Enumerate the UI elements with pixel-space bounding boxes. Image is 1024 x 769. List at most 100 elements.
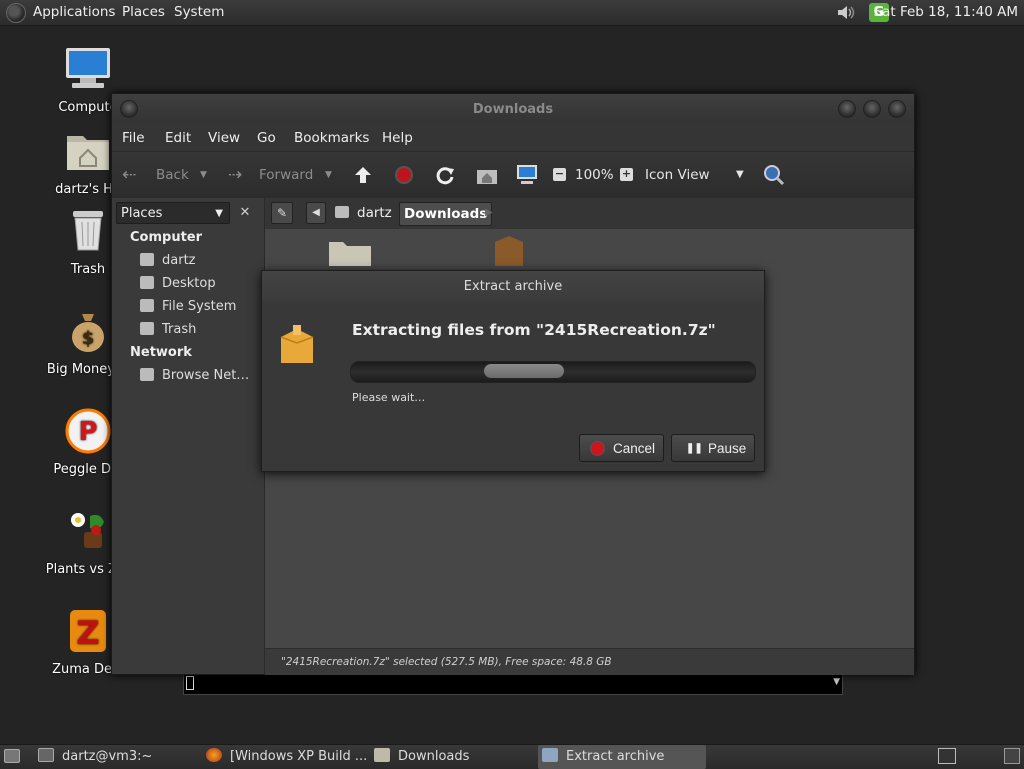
pause-icon: ❚❚ xyxy=(686,443,703,454)
trash-icon xyxy=(140,322,154,335)
taskbar-item-extract-archive[interactable]: Extract archive xyxy=(538,745,706,769)
sidebar-selector-label: Places xyxy=(121,206,163,221)
terminal-window-edge[interactable]: ▼ xyxy=(183,673,843,695)
terminal-icon xyxy=(38,748,54,762)
plants-vs-zombies-icon xyxy=(71,513,104,548)
top-panel: Applications Places System G Sat Feb 18,… xyxy=(0,0,1024,26)
gnome-foot-icon[interactable] xyxy=(6,3,26,23)
firefox-icon xyxy=(206,748,222,762)
back-button[interactable]: Back xyxy=(156,152,189,198)
folder-icon xyxy=(374,748,390,762)
svg-text:P: P xyxy=(78,417,97,447)
taskbar-item-firefox[interactable]: [Windows XP Build ... xyxy=(206,745,367,769)
path-forward-arrow[interactable]: ▶ xyxy=(485,202,493,224)
close-button[interactable] xyxy=(888,100,906,118)
toolbar: ⇠ Back ▼ ⇢ Forward ▼ − 100% + Icon View … xyxy=(112,151,914,199)
menu-go[interactable]: Go xyxy=(257,125,276,151)
notification-area-icon[interactable] xyxy=(1004,748,1020,764)
dialog-title: Extract archive xyxy=(262,271,764,303)
window-title: Downloads xyxy=(472,102,554,117)
sidebar-heading-computer: Computer xyxy=(130,230,203,245)
sidebar-item-file-system[interactable]: File System xyxy=(140,297,236,317)
home-folder-icon xyxy=(140,253,154,266)
cancel-button[interactable]: Cancel xyxy=(579,434,664,462)
system-menu[interactable]: System xyxy=(174,0,224,25)
trash-icon xyxy=(73,211,103,251)
zoom-level[interactable]: 100% xyxy=(575,152,614,198)
svg-text:$: $ xyxy=(82,328,95,349)
sidebar-item-browse-network[interactable]: Browse Net… xyxy=(140,366,249,386)
computer-icon xyxy=(66,48,110,88)
network-icon xyxy=(140,368,154,381)
forward-button[interactable]: Forward xyxy=(259,152,313,198)
computer-icon[interactable] xyxy=(516,164,538,186)
path-segment-downloads[interactable]: Downloads xyxy=(399,202,493,226)
home-icon[interactable] xyxy=(476,165,498,185)
terminal-cursor xyxy=(186,676,194,690)
menu-edit[interactable]: Edit xyxy=(165,125,191,151)
zuma-icon: Z xyxy=(70,610,106,652)
money-bag-icon: $ xyxy=(72,314,104,352)
sidebar-selector[interactable]: Places ▼ xyxy=(116,202,230,224)
bottom-panel: dartz@vm3:~ [Windows XP Build ... Downlo… xyxy=(0,744,1024,769)
search-icon[interactable] xyxy=(763,164,785,186)
status-text: "2415Recreation.7z" selected (527.5 MB),… xyxy=(281,656,612,668)
sidebar: Places ▼ ✕ Computer dartz Desktop File S… xyxy=(112,198,265,674)
home-folder-icon xyxy=(67,136,109,170)
sidebar-item-trash[interactable]: Trash xyxy=(140,320,196,340)
chevron-down-icon: ▼ xyxy=(215,208,223,219)
drive-icon xyxy=(140,299,154,312)
volume-icon[interactable] xyxy=(836,3,858,22)
edit-location-icon[interactable]: ✎ xyxy=(271,202,293,224)
path-back-arrow[interactable]: ◀ xyxy=(306,202,326,224)
package-icon xyxy=(280,325,314,363)
up-arrow-icon[interactable] xyxy=(353,165,373,185)
menu-bookmarks[interactable]: Bookmarks xyxy=(294,125,369,151)
close-icon[interactable]: ✕ xyxy=(233,202,257,224)
back-history-dropdown[interactable]: ▼ xyxy=(200,152,207,198)
forward-history-dropdown[interactable]: ▼ xyxy=(325,152,332,198)
back-arrow-icon: ⇠ xyxy=(122,165,137,185)
clock[interactable]: Sat Feb 18, 11:40 AM xyxy=(874,0,1018,25)
progress-activity-indicator xyxy=(484,364,564,378)
sidebar-heading-network: Network xyxy=(130,345,192,360)
taskbar-item-terminal[interactable]: dartz@vm3:~ xyxy=(38,745,198,769)
window-titlebar[interactable]: Downloads xyxy=(112,94,914,125)
path-bar: ✎ ◀ dartz Downloads ▶ xyxy=(265,198,914,229)
extract-dialog[interactable]: Extract archive Extracting files from "2… xyxy=(261,270,765,472)
reload-icon[interactable] xyxy=(435,165,455,185)
zoom-in-icon[interactable]: + xyxy=(620,168,633,181)
home-icon xyxy=(335,206,349,218)
dialog-message: Please wait… xyxy=(352,391,426,404)
sidebar-item-desktop[interactable]: Desktop xyxy=(140,274,216,294)
terminal-scroll-arrow[interactable]: ▼ xyxy=(833,677,840,687)
menu-view[interactable]: View xyxy=(208,125,240,151)
progress-bar xyxy=(350,361,756,383)
menu-file[interactable]: File xyxy=(122,125,145,151)
applications-menu[interactable]: Applications xyxy=(33,0,115,25)
sidebar-item-dartz[interactable]: dartz xyxy=(140,251,195,271)
workspace-switcher[interactable] xyxy=(938,748,956,764)
archive-icon xyxy=(542,748,558,762)
maximize-button[interactable] xyxy=(863,100,881,118)
view-mode-select[interactable]: Icon View xyxy=(645,152,710,198)
peggle-icon: P xyxy=(65,408,111,454)
dialog-heading: Extracting files from "2415Recreation.7z… xyxy=(352,321,716,339)
menubar: File Edit View Go Bookmarks Help xyxy=(112,125,914,151)
desktop-folder-icon xyxy=(140,276,154,289)
archive-file-icon[interactable] xyxy=(491,232,527,266)
stop-icon[interactable] xyxy=(394,165,414,185)
folder-icon[interactable] xyxy=(327,236,373,266)
menu-help[interactable]: Help xyxy=(382,125,413,151)
stop-icon xyxy=(591,442,604,455)
places-menu[interactable]: Places xyxy=(122,0,165,25)
view-mode-dropdown-icon[interactable]: ▼ xyxy=(736,152,744,198)
taskbar-item-downloads[interactable]: Downloads xyxy=(374,745,534,769)
minimize-button[interactable] xyxy=(838,100,856,118)
path-segment-dartz[interactable]: dartz xyxy=(335,202,392,224)
zoom-out-icon[interactable]: − xyxy=(553,168,566,181)
pause-button[interactable]: ❚❚ Pause xyxy=(671,434,755,462)
forward-arrow-icon: ⇢ xyxy=(228,165,243,185)
svg-text:Z: Z xyxy=(76,614,99,652)
show-desktop-icon[interactable] xyxy=(4,749,20,763)
